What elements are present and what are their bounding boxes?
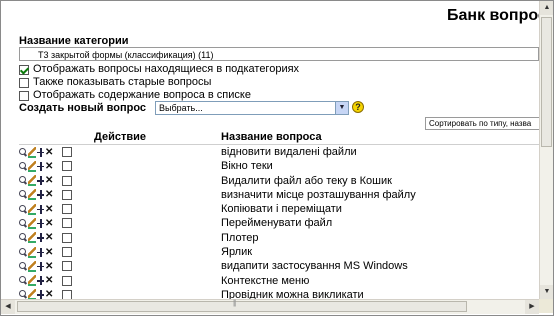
table-row: ✕ видапити застосування MS Windows bbox=[19, 259, 539, 273]
delete-icon[interactable]: ✕ bbox=[45, 233, 53, 243]
magnifier-icon[interactable] bbox=[19, 276, 27, 285]
delete-icon[interactable]: ✕ bbox=[45, 261, 53, 271]
category-select[interactable]: Т3 закрытой формы (классификация) (11) bbox=[19, 47, 539, 61]
subcategories-checkbox[interactable] bbox=[19, 64, 29, 75]
question-list: ✕ відновити видалені файли ✕ Вікно теки … bbox=[19, 145, 539, 302]
show-content-checkbox[interactable] bbox=[19, 90, 29, 101]
question-name: відновити видалені файли bbox=[221, 146, 357, 158]
magnifier-icon[interactable] bbox=[19, 218, 27, 228]
create-question-select[interactable]: Выбрать... ▼ bbox=[155, 101, 349, 115]
magnifier-icon[interactable] bbox=[19, 190, 27, 199]
delete-icon[interactable]: ✕ bbox=[45, 190, 53, 200]
move-icon[interactable] bbox=[37, 204, 44, 214]
edit-icon[interactable] bbox=[28, 217, 36, 229]
edit-icon[interactable] bbox=[28, 275, 36, 287]
scroll-down-icon[interactable]: ▼ bbox=[540, 285, 553, 299]
scroll-left-icon[interactable]: ◀ bbox=[1, 300, 15, 314]
move-icon[interactable] bbox=[37, 233, 44, 243]
edit-icon[interactable] bbox=[28, 160, 36, 172]
scroll-up-icon[interactable]: ▲ bbox=[540, 1, 553, 15]
question-name: Перейменувати файл bbox=[221, 217, 333, 230]
edit-icon[interactable] bbox=[28, 232, 36, 244]
sort-select[interactable]: Сортировать по типу, назва bbox=[425, 117, 545, 130]
question-name: Копіювати і переміщати bbox=[221, 203, 342, 216]
row-checkbox[interactable] bbox=[62, 247, 72, 258]
delete-icon[interactable]: ✕ bbox=[45, 161, 53, 171]
table-row: ✕ Видалити файл або теку в Кошик bbox=[19, 174, 539, 188]
table-row: ✕ Перейменувати файл bbox=[19, 216, 539, 230]
question-name: Вікно теки bbox=[221, 160, 273, 173]
delete-icon[interactable]: ✕ bbox=[45, 247, 53, 257]
edit-icon[interactable] bbox=[28, 175, 36, 187]
old-questions-checkbox[interactable] bbox=[19, 77, 29, 88]
delete-icon[interactable]: ✕ bbox=[45, 218, 53, 228]
move-icon[interactable] bbox=[37, 176, 44, 186]
row-checkbox[interactable] bbox=[62, 147, 72, 157]
column-header-action: Действие bbox=[94, 131, 146, 143]
vertical-scrollbar[interactable]: ▲ ▼ bbox=[539, 1, 553, 299]
delete-icon[interactable]: ✕ bbox=[45, 176, 53, 186]
create-question-label: Создать новый вопрос bbox=[19, 102, 147, 114]
scroll-right-icon[interactable]: ▶ bbox=[525, 300, 539, 314]
question-name: Видалити файл або теку в Кошик bbox=[221, 174, 392, 187]
horizontal-scroll-thumb[interactable] bbox=[17, 300, 467, 312]
move-icon[interactable] bbox=[37, 276, 44, 286]
magnifier-icon[interactable] bbox=[19, 247, 27, 257]
question-name: Контекстне меню bbox=[221, 274, 310, 287]
row-checkbox[interactable] bbox=[62, 275, 72, 286]
question-name: Ярлик bbox=[221, 246, 253, 259]
question-name: Плотер bbox=[221, 231, 259, 244]
create-question-value: Выбрать... bbox=[159, 103, 203, 113]
row-checkbox[interactable] bbox=[62, 204, 72, 215]
delete-icon[interactable]: ✕ bbox=[45, 276, 53, 286]
move-icon[interactable] bbox=[37, 190, 44, 200]
option-label: Отображать вопросы находящиеся в подкате… bbox=[33, 63, 300, 75]
row-checkbox[interactable] bbox=[62, 218, 72, 229]
move-icon[interactable] bbox=[37, 261, 44, 271]
help-icon[interactable]: ? bbox=[352, 101, 364, 113]
delete-icon[interactable]: ✕ bbox=[45, 204, 53, 214]
magnifier-icon[interactable] bbox=[19, 147, 27, 157]
option-show-subcategories[interactable]: Отображать вопросы находящиеся в подкате… bbox=[19, 63, 299, 76]
delete-icon[interactable]: ✕ bbox=[45, 147, 53, 157]
edit-icon[interactable] bbox=[28, 246, 36, 258]
magnifier-icon[interactable] bbox=[19, 204, 27, 214]
vertical-scroll-thumb[interactable] bbox=[541, 17, 552, 147]
move-icon[interactable] bbox=[37, 218, 44, 228]
option-label: Также показывать старые вопросы bbox=[33, 76, 212, 88]
table-row: ✕ Плотер bbox=[19, 231, 539, 245]
table-row: ✕ Контекстне меню bbox=[19, 274, 539, 288]
magnifier-icon[interactable] bbox=[19, 233, 27, 242]
table-row: ✕ визначити місце розташування файлу bbox=[19, 188, 539, 202]
row-checkbox[interactable] bbox=[62, 232, 72, 243]
edit-icon[interactable] bbox=[28, 146, 36, 158]
edit-icon[interactable] bbox=[28, 260, 36, 272]
option-show-old[interactable]: Также показывать старые вопросы bbox=[19, 76, 211, 89]
table-row: ✕ Вікно теки bbox=[19, 159, 539, 173]
browser-frame: Банк вопрос Название категории Т3 закрыт… bbox=[0, 0, 554, 316]
horizontal-scrollbar[interactable]: ◀ ▶ bbox=[1, 299, 539, 314]
question-name: визначити місце розташування файлу bbox=[221, 188, 416, 201]
magnifier-icon[interactable] bbox=[19, 161, 27, 171]
table-row: ✕ Копіювати і переміщати bbox=[19, 202, 539, 216]
column-header-name[interactable]: Название вопроса bbox=[221, 131, 322, 143]
move-icon[interactable] bbox=[37, 161, 44, 171]
row-checkbox[interactable] bbox=[62, 175, 72, 186]
magnifier-icon[interactable] bbox=[19, 261, 27, 271]
row-checkbox[interactable] bbox=[62, 161, 72, 172]
chevron-down-icon[interactable]: ▼ bbox=[335, 102, 348, 114]
page-title: Банк вопрос bbox=[447, 7, 547, 24]
question-name: видапити застосування MS Windows bbox=[221, 260, 408, 273]
table-row: ✕ Ярлик bbox=[19, 245, 539, 259]
edit-icon[interactable] bbox=[28, 189, 36, 201]
move-icon[interactable] bbox=[37, 247, 44, 257]
row-checkbox[interactable] bbox=[62, 189, 72, 200]
table-row: ✕ відновити видалені файли bbox=[19, 145, 539, 159]
row-checkbox[interactable] bbox=[62, 261, 72, 272]
edit-icon[interactable] bbox=[28, 203, 36, 215]
move-icon[interactable] bbox=[37, 147, 44, 157]
category-label: Название категории bbox=[19, 35, 129, 47]
magnifier-icon[interactable] bbox=[19, 176, 27, 185]
scrollbar-corner bbox=[539, 299, 553, 313]
